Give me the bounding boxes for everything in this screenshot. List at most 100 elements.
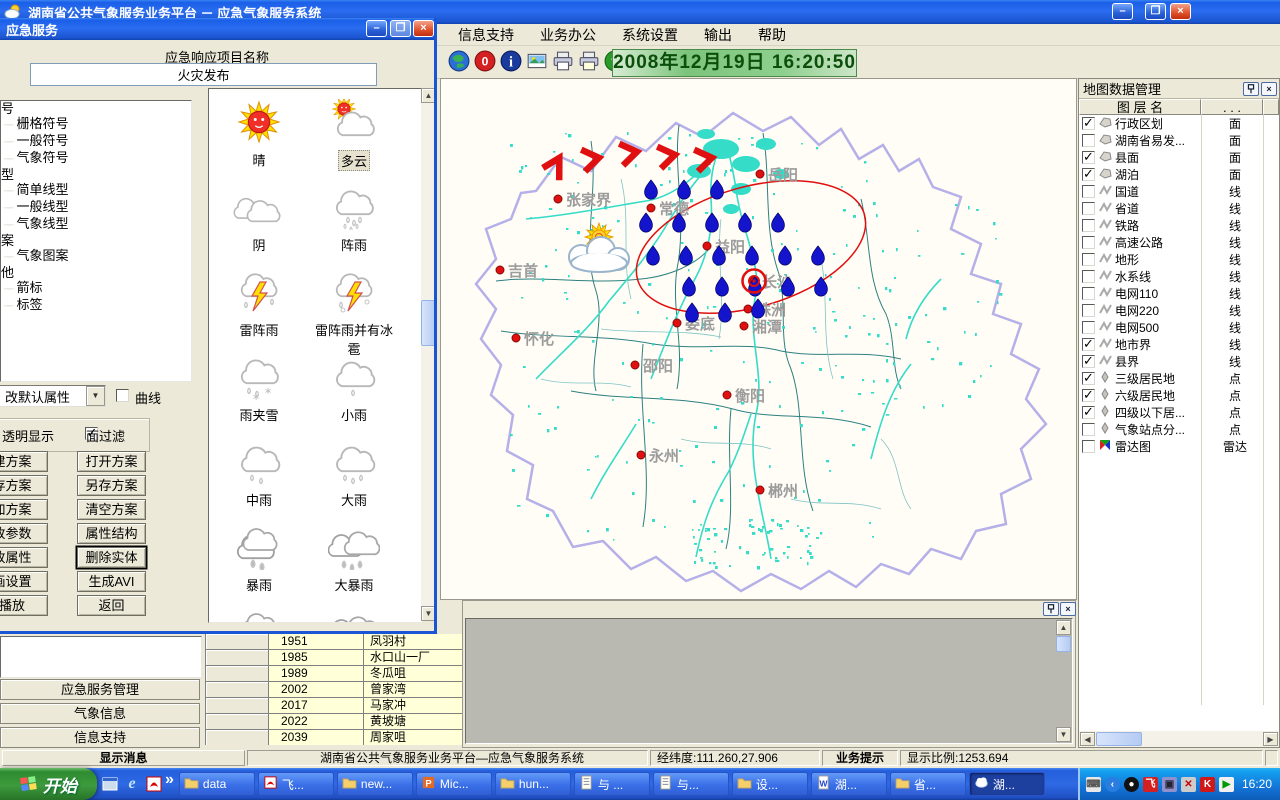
city-marker[interactable]: 张家界 xyxy=(554,191,611,209)
print-icon[interactable] xyxy=(552,50,574,72)
table-row[interactable]: 1951凤羽村 xyxy=(206,634,462,650)
close-icon[interactable]: × xyxy=(1060,602,1076,616)
layer-row[interactable]: 县界线 xyxy=(1079,353,1279,370)
dialog-button-left[interactable]: 改属性 xyxy=(0,547,48,568)
dialog-maximize-button[interactable]: ❐ xyxy=(390,20,411,37)
symbol-tree[interactable]: 符号┈┈ 栅格符号┈┈ 一般符号┈┈ 气象符号线型┈┈ 简单线型┈┈ 一般线型┈… xyxy=(0,100,192,382)
layer-row[interactable]: 湖泊面 xyxy=(1079,166,1279,183)
scroll-right-icon[interactable]: ▶ xyxy=(1263,732,1278,746)
scroll-thumb[interactable] xyxy=(1096,732,1142,746)
layer-checkbox[interactable] xyxy=(1082,338,1095,351)
layer-checkbox[interactable] xyxy=(1082,134,1095,147)
tree-item[interactable]: ┈┈ 栅格符号 xyxy=(4,116,191,133)
dialog-button-left[interactable]: 加方案 xyxy=(0,499,48,520)
sidebar-section-2[interactable]: 气象信息 xyxy=(0,703,200,724)
table-row[interactable]: 2002曾家湾 xyxy=(206,682,462,698)
hunan-map[interactable]: 张家界岳阳常德益阳长沙株洲湘潭娄底吉首怀化邵阳衡阳永州郴州 xyxy=(441,79,1076,599)
scroll-down-icon[interactable]: ▼ xyxy=(421,606,436,621)
weather-symbol-item[interactable]: 小雨 xyxy=(309,354,399,425)
taskbar-task-button[interactable]: 湖... xyxy=(969,772,1045,796)
info-icon[interactable]: i xyxy=(500,50,522,72)
quicklaunch-ie-icon[interactable]: e xyxy=(123,775,141,793)
dialog-button-right[interactable]: 返回 xyxy=(77,595,146,616)
layer-row[interactable]: 电网220线 xyxy=(1079,302,1279,319)
keyboard-icon[interactable]: ⌨ xyxy=(1086,777,1101,792)
fetion-icon[interactable]: 飞 xyxy=(1143,777,1158,792)
taskbar-task-button[interactable]: 飞... xyxy=(258,772,334,796)
menu-item[interactable]: 业务办公 xyxy=(540,25,596,45)
network-icon[interactable]: ▣ xyxy=(1162,777,1177,792)
layer-row[interactable]: 三级居民地点 xyxy=(1079,370,1279,387)
table-row[interactable]: 2022黄坡塘 xyxy=(206,714,462,730)
layer-checkbox[interactable] xyxy=(1082,406,1095,419)
layers-column-header-extra[interactable] xyxy=(1263,99,1279,115)
city-marker[interactable]: 株洲 xyxy=(744,301,786,319)
layer-row[interactable]: 国道线 xyxy=(1079,183,1279,200)
antivirus-icon[interactable]: K xyxy=(1200,777,1215,792)
city-marker[interactable]: 湘潭 xyxy=(740,318,782,336)
dialog-close-button[interactable]: × xyxy=(413,20,434,37)
layer-row[interactable]: 地市界线 xyxy=(1079,336,1279,353)
weather-symbol-item[interactable]: 大暴雨 xyxy=(309,524,399,595)
taskbar-task-button[interactable]: data xyxy=(179,772,255,796)
quicklaunch-window-icon[interactable] xyxy=(101,775,119,793)
weather-symbol-item[interactable]: 中雨 xyxy=(214,439,304,510)
layer-row[interactable]: 地形线 xyxy=(1079,251,1279,268)
taskbar-task-button[interactable]: 设... xyxy=(732,772,808,796)
pin-icon[interactable] xyxy=(1243,82,1259,96)
globe-icon[interactable] xyxy=(448,50,470,72)
layer-row[interactable]: 铁路线 xyxy=(1079,217,1279,234)
dialog-button-right[interactable]: 删除实体 xyxy=(77,547,146,568)
dialog-button-right[interactable]: 打开方案 xyxy=(77,451,146,472)
scroll-up-icon[interactable]: ▲ xyxy=(421,88,436,103)
layer-checkbox[interactable] xyxy=(1082,321,1095,334)
weather-symbol-item[interactable] xyxy=(214,609,304,623)
layer-checkbox[interactable] xyxy=(1082,440,1095,453)
map-canvas[interactable]: 张家界岳阳常德益阳长沙株洲湘潭娄底吉首怀化邵阳衡阳永州郴州 xyxy=(440,78,1077,600)
menu-item[interactable]: 信息支持 xyxy=(458,25,514,45)
scroll-left-icon[interactable]: ◀ xyxy=(1080,732,1095,746)
tree-item[interactable]: ┈┈ 一般线型 xyxy=(4,199,191,216)
layer-checkbox[interactable] xyxy=(1082,287,1095,300)
station-table[interactable]: 1951凤羽村1985水口山一厂1989冬瓜咀2002曾家湾2017马家冲202… xyxy=(205,634,462,745)
tree-root-item[interactable]: 图案 xyxy=(0,233,191,248)
mute-icon[interactable]: ✕ xyxy=(1181,777,1196,792)
weather-scrollbar[interactable]: ▲ ▼ xyxy=(421,88,436,621)
city-marker[interactable]: 衡阳 xyxy=(723,387,765,405)
tree-item[interactable]: ┈┈ 简单线型 xyxy=(4,182,191,199)
city-marker[interactable]: 永州 xyxy=(637,447,679,465)
layer-row[interactable]: 电网110线 xyxy=(1079,285,1279,302)
scroll-thumb[interactable] xyxy=(1056,636,1071,652)
default-attr-combobox[interactable]: 改默认属性 ▼ xyxy=(0,385,106,407)
collapse-tray-icon[interactable]: ‹ xyxy=(1105,777,1120,792)
layer-row[interactable]: 省道线 xyxy=(1079,200,1279,217)
dialog-button-right[interactable]: 生成AVI xyxy=(77,571,146,592)
sidebar-section-1[interactable]: 应急服务管理 xyxy=(0,679,200,700)
dialog-button-left[interactable]: 存方案 xyxy=(0,475,48,496)
dialog-button-left[interactable]: 画设置 xyxy=(0,571,48,592)
taskbar-task-button[interactable]: 省... xyxy=(890,772,966,796)
layer-checkbox[interactable] xyxy=(1082,372,1095,385)
dialog-button-right[interactable]: 另存方案 xyxy=(77,475,146,496)
image-icon[interactable] xyxy=(526,50,548,72)
tree-item[interactable]: ┈┈ 气象符号 xyxy=(4,150,191,167)
layer-checkbox[interactable] xyxy=(1082,236,1095,249)
layer-checkbox[interactable] xyxy=(1082,151,1095,164)
dialog-minimize-button[interactable]: – xyxy=(366,20,387,37)
taskbar-task-button[interactable]: 与 ... xyxy=(574,772,650,796)
weather-symbol-item[interactable] xyxy=(309,609,399,623)
weather-symbol-item[interactable]: 雷阵雨 xyxy=(214,269,304,340)
city-marker[interactable]: 吉首 xyxy=(496,262,538,280)
weather-symbol-item[interactable]: 暴雨 xyxy=(214,524,304,595)
layers-column-header-type[interactable]: . . . xyxy=(1201,99,1263,115)
layer-checkbox[interactable] xyxy=(1082,219,1095,232)
weather-symbol-item[interactable]: 多云 xyxy=(309,99,399,171)
dialog-button-left[interactable]: 改参数 xyxy=(0,523,48,544)
menu-item[interactable]: 系统设置 xyxy=(622,25,678,45)
taskbar-task-button[interactable]: W湖... xyxy=(811,772,887,796)
table-row[interactable]: 1989冬瓜咀 xyxy=(206,666,462,682)
chevron-down-icon[interactable]: ▼ xyxy=(86,386,105,406)
layer-checkbox[interactable] xyxy=(1082,253,1095,266)
weather-symbol-item[interactable]: 阴 xyxy=(214,184,304,255)
weather-symbol-item[interactable]: ∗∗雨夹雪 xyxy=(214,354,304,425)
